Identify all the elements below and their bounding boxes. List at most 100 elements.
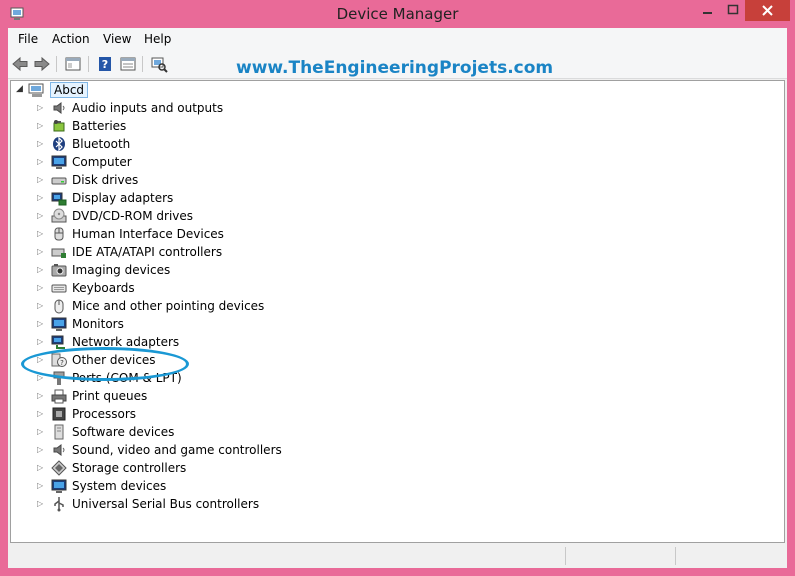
- speaker-icon: [53, 102, 65, 114]
- expand-arrow-icon[interactable]: ▷: [37, 175, 43, 184]
- hid-icon: [54, 227, 64, 241]
- expand-arrow-icon[interactable]: ▷: [37, 445, 43, 454]
- dvd-icon: [51, 208, 67, 223]
- expand-arrow-icon[interactable]: ▷: [37, 247, 43, 256]
- maximize-icon: [727, 4, 739, 15]
- menu-file[interactable]: File: [18, 32, 38, 46]
- expand-arrow-icon[interactable]: ▷: [37, 481, 43, 490]
- scan-hardware-icon[interactable]: [150, 55, 168, 73]
- bluetooth-icon: [53, 136, 65, 152]
- status-separator: [675, 547, 676, 565]
- display-adapter-icon: [51, 192, 67, 206]
- expand-arrow-icon[interactable]: ▷: [37, 301, 43, 310]
- status-bar: [8, 544, 787, 568]
- device-category-row[interactable]: ▷ Display adapters: [11, 189, 771, 207]
- device-category-row[interactable]: ▷ IDE ATA/ATAPI controllers: [11, 243, 771, 261]
- svg-text:?: ?: [102, 58, 108, 71]
- device-category-row[interactable]: ▷ Batteries: [11, 117, 771, 135]
- device-category-row[interactable]: ▷ Bluetooth: [11, 135, 771, 153]
- menu-view[interactable]: View: [103, 32, 131, 46]
- device-category-label: DVD/CD-ROM drives: [72, 209, 194, 223]
- device-category-label: Universal Serial Bus controllers: [72, 497, 260, 511]
- menu-action[interactable]: Action: [52, 32, 90, 46]
- device-category-label: System devices: [72, 479, 167, 493]
- expand-arrow-icon[interactable]: ▷: [37, 409, 43, 418]
- usb-icon: [54, 497, 64, 512]
- device-category-row[interactable]: ▷ Processors: [11, 405, 771, 423]
- expand-arrow-icon[interactable]: ▷: [37, 337, 43, 346]
- expand-arrow-icon[interactable]: ▷: [37, 427, 43, 436]
- device-category-row[interactable]: ▷ Storage controllers: [11, 459, 771, 477]
- close-button[interactable]: [745, 0, 790, 21]
- show-hide-console-tree-icon[interactable]: [64, 55, 82, 73]
- category-list: ▷ Audio inputs and outputs ▷ Batteries ▷ Blue…: [11, 99, 771, 513]
- processor-icon: [52, 407, 66, 421]
- device-category-row[interactable]: ▷ DVD/CD-ROM drives: [11, 207, 771, 225]
- expand-arrow-icon[interactable]: ▷: [37, 265, 43, 274]
- menu-help[interactable]: Help: [144, 32, 171, 46]
- expand-arrow-icon[interactable]: ▷: [37, 229, 43, 238]
- menu-bar: File Action View Help: [8, 28, 787, 50]
- device-category-label: Software devices: [72, 425, 175, 439]
- device-category-label: Imaging devices: [72, 263, 171, 277]
- expand-arrow-icon[interactable]: ▷: [37, 121, 43, 130]
- expand-arrow-icon[interactable]: ▷: [37, 193, 43, 202]
- device-category-row[interactable]: ▷ Universal Serial Bus controllers: [11, 495, 771, 513]
- toolbar-separator: [56, 56, 57, 72]
- device-category-row[interactable]: ▷ Monitors: [11, 315, 771, 333]
- device-category-row[interactable]: ▷ Imaging devices: [11, 261, 771, 279]
- minimize-icon: [703, 12, 712, 14]
- close-icon: [762, 5, 773, 16]
- device-category-row[interactable]: ▷ Print queues: [11, 387, 771, 405]
- expand-arrow-icon[interactable]: ▷: [37, 499, 43, 508]
- back-arrow-icon[interactable]: [11, 55, 29, 73]
- help-book-icon[interactable]: ?: [96, 55, 114, 73]
- device-category-label: Processors: [72, 407, 137, 421]
- network-icon: [51, 335, 65, 349]
- device-category-label: Storage controllers: [72, 461, 187, 475]
- device-category-row[interactable]: ▷ Keyboards: [11, 279, 771, 297]
- device-category-row[interactable]: ▷ Disk drives: [11, 171, 771, 189]
- monitor-icon: [51, 317, 67, 331]
- expand-arrow-icon[interactable]: ▷: [37, 103, 43, 112]
- expand-arrow-icon[interactable]: ▷: [37, 319, 43, 328]
- device-category-row[interactable]: ▷ System devices: [11, 477, 771, 495]
- expand-arrow-icon[interactable]: ▷: [37, 211, 43, 220]
- device-category-row[interactable]: ▷ Software devices: [11, 423, 771, 441]
- monitor-icon: [51, 155, 67, 169]
- title-bar: Device Manager: [0, 0, 795, 28]
- maximize-button[interactable]: [721, 0, 745, 21]
- minimize-button[interactable]: [694, 0, 721, 21]
- device-category-label: Computer: [72, 155, 132, 169]
- keyboard-icon: [51, 284, 67, 293]
- device-tree[interactable]: ◢ Abcd ▷ Audio inputs and outputs ▷ Batteri…: [10, 80, 785, 543]
- toolbar-separator: [142, 56, 143, 72]
- device-category-label: IDE ATA/ATAPI controllers: [72, 245, 223, 259]
- highlight-ellipse: [21, 347, 189, 381]
- forward-arrow-icon[interactable]: [33, 55, 51, 73]
- device-category-row[interactable]: ▷ Human Interface Devices: [11, 225, 771, 243]
- expand-arrow-icon[interactable]: ▷: [37, 157, 43, 166]
- disk-drive-icon: [51, 177, 67, 185]
- device-category-label: Human Interface Devices: [72, 227, 224, 241]
- toolbar: ? www.TheEngineeringProjets.com: [8, 50, 787, 79]
- device-category-row[interactable]: ▷ Computer: [11, 153, 771, 171]
- expand-arrow-icon[interactable]: ▷: [37, 391, 43, 400]
- window-title: Device Manager: [336, 5, 459, 23]
- tree-root[interactable]: ◢ Abcd: [11, 81, 771, 99]
- device-category-label: Keyboards: [72, 281, 135, 295]
- properties-icon[interactable]: [119, 55, 137, 73]
- device-category-label: Monitors: [72, 317, 124, 331]
- device-category-row[interactable]: ▷ Sound, video and game controllers: [11, 441, 771, 459]
- device-category-label: Batteries: [72, 119, 127, 133]
- expand-arrow-icon[interactable]: ▷: [37, 283, 43, 292]
- speaker-icon: [53, 444, 65, 456]
- device-category-row[interactable]: ▷ Audio inputs and outputs: [11, 99, 771, 117]
- collapse-arrow-icon[interactable]: ◢: [16, 84, 23, 94]
- window-client: File Action View Help ? www.TheEngineeri…: [8, 28, 787, 568]
- expand-arrow-icon[interactable]: ▷: [37, 463, 43, 472]
- expand-arrow-icon[interactable]: ▷: [37, 139, 43, 148]
- system-device-icon: [51, 479, 67, 493]
- device-category-row[interactable]: ▷ Mice and other pointing devices: [11, 297, 771, 315]
- device-category-label: Disk drives: [72, 173, 139, 187]
